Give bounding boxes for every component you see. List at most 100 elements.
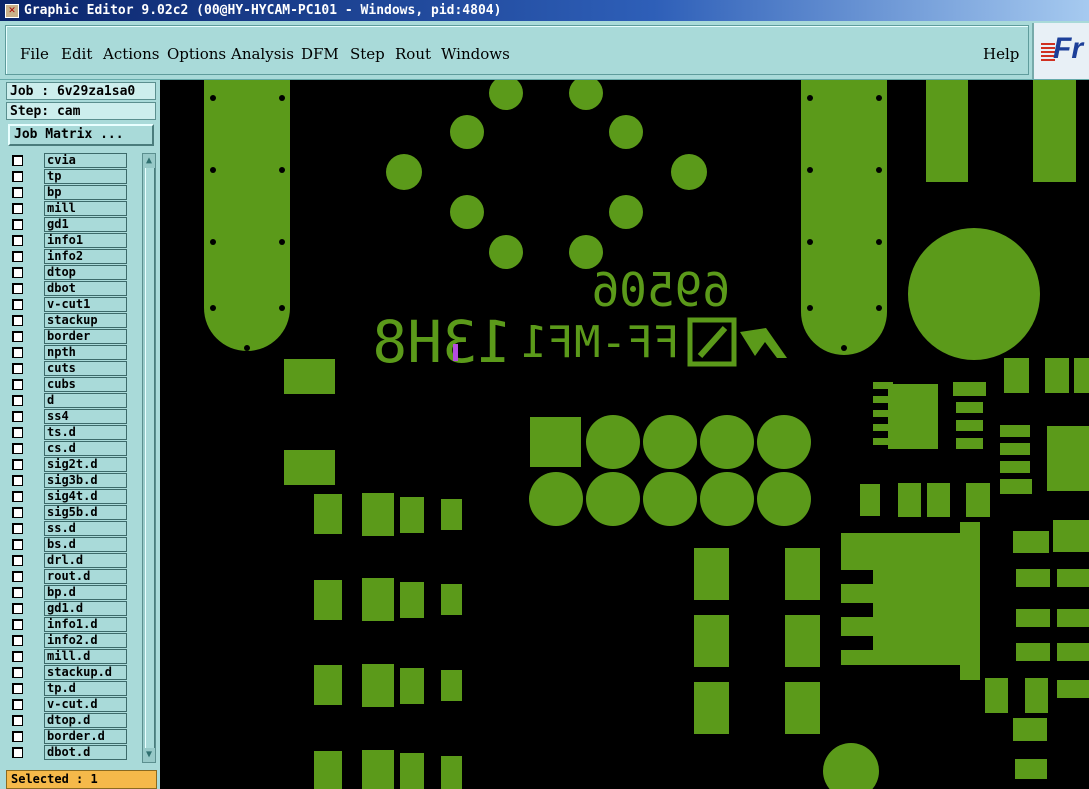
layer-checkbox[interactable] xyxy=(12,443,23,454)
layer-name[interactable]: bp.d xyxy=(44,585,127,600)
menu-dfm[interactable]: DFM xyxy=(301,45,339,63)
scroll-down-arrow-icon[interactable]: ▼ xyxy=(144,749,154,761)
layer-checkbox[interactable] xyxy=(12,747,23,758)
menu-actions[interactable]: Actions xyxy=(103,45,159,63)
layer-checkbox[interactable] xyxy=(12,411,23,422)
layer-name[interactable]: dtop.d xyxy=(44,713,127,728)
layer-row[interactable]: dbot.d xyxy=(8,745,140,761)
layer-name[interactable]: bs.d xyxy=(44,537,127,552)
layer-name[interactable]: info1.d xyxy=(44,617,127,632)
layer-row[interactable]: bs.d xyxy=(8,537,140,553)
layer-checkbox[interactable] xyxy=(12,715,23,726)
layer-row[interactable]: stackup xyxy=(8,313,140,329)
layer-name[interactable]: ss.d xyxy=(44,521,127,536)
layer-checkbox[interactable] xyxy=(12,731,23,742)
layer-checkbox[interactable] xyxy=(12,635,23,646)
layer-name[interactable]: stackup.d xyxy=(44,665,127,680)
layer-checkbox[interactable] xyxy=(12,155,23,166)
layer-name[interactable]: tp xyxy=(44,169,127,184)
layer-row[interactable]: info2 xyxy=(8,249,140,265)
layer-row[interactable]: border xyxy=(8,329,140,345)
layer-name[interactable]: bp xyxy=(44,185,127,200)
layer-name[interactable]: cubs xyxy=(44,377,127,392)
layer-row[interactable]: dtop xyxy=(8,265,140,281)
layer-name[interactable]: ss4 xyxy=(44,409,127,424)
layer-row[interactable]: dbot xyxy=(8,281,140,297)
layer-row[interactable]: dtop.d xyxy=(8,713,140,729)
layer-name[interactable]: info1 xyxy=(44,233,127,248)
layer-checkbox[interactable] xyxy=(12,395,23,406)
layer-name[interactable]: gd1 xyxy=(44,217,127,232)
layer-name[interactable]: stackup xyxy=(44,313,127,328)
layer-checkbox[interactable] xyxy=(12,491,23,502)
layer-checkbox[interactable] xyxy=(12,187,23,198)
layer-checkbox[interactable] xyxy=(12,555,23,566)
menu-options[interactable]: Options xyxy=(167,45,226,63)
layer-checkbox[interactable] xyxy=(12,171,23,182)
layer-row[interactable]: mill.d xyxy=(8,649,140,665)
layer-name[interactable]: info2.d xyxy=(44,633,127,648)
layer-row[interactable]: cvia xyxy=(8,153,140,169)
layer-row[interactable]: sig3b.d xyxy=(8,473,140,489)
layer-checkbox[interactable] xyxy=(12,651,23,662)
layer-name[interactable]: cvia xyxy=(44,153,127,168)
layer-checkbox[interactable] xyxy=(12,459,23,470)
layer-checkbox[interactable] xyxy=(12,283,23,294)
graphics-canvas[interactable]: 69506 FF-MF1 13H8 xyxy=(160,80,1089,789)
layer-name[interactable]: v-cut.d xyxy=(44,697,127,712)
layer-name[interactable]: mill.d xyxy=(44,649,127,664)
layer-name[interactable]: border.d xyxy=(44,729,127,744)
layer-row[interactable]: v-cut.d xyxy=(8,697,140,713)
layer-row[interactable]: gd1.d xyxy=(8,601,140,617)
scroll-up-arrow-icon[interactable]: ▲ xyxy=(144,155,154,167)
layer-row[interactable]: bp.d xyxy=(8,585,140,601)
menu-analysis[interactable]: Analysis xyxy=(231,45,294,63)
layer-checkbox[interactable] xyxy=(12,267,23,278)
layer-row[interactable]: npth xyxy=(8,345,140,361)
job-matrix-button[interactable]: Job Matrix ... xyxy=(8,124,154,146)
layer-checkbox[interactable] xyxy=(12,203,23,214)
layer-row[interactable]: stackup.d xyxy=(8,665,140,681)
menu-step[interactable]: Step xyxy=(350,45,385,63)
layer-checkbox[interactable] xyxy=(12,251,23,262)
layer-row[interactable]: cuts xyxy=(8,361,140,377)
layer-row[interactable]: info1.d xyxy=(8,617,140,633)
layer-name[interactable]: dbot.d xyxy=(44,745,127,760)
layer-checkbox[interactable] xyxy=(12,475,23,486)
layer-name[interactable]: mill xyxy=(44,201,127,216)
layer-row[interactable]: info2.d xyxy=(8,633,140,649)
layer-checkbox[interactable] xyxy=(12,219,23,230)
selected-feature-highlight[interactable] xyxy=(453,344,458,361)
layer-name[interactable]: sig3b.d xyxy=(44,473,127,488)
layer-name[interactable]: sig4t.d xyxy=(44,489,127,504)
menu-file[interactable]: File xyxy=(20,45,49,63)
layer-checkbox[interactable] xyxy=(12,331,23,342)
layer-checkbox[interactable] xyxy=(12,539,23,550)
layer-row[interactable]: bp xyxy=(8,185,140,201)
layer-name[interactable]: npth xyxy=(44,345,127,360)
menu-windows[interactable]: Windows xyxy=(441,45,510,63)
layer-checkbox[interactable] xyxy=(12,235,23,246)
layer-row[interactable]: sig4t.d xyxy=(8,489,140,505)
layer-name[interactable]: cuts xyxy=(44,361,127,376)
layer-name[interactable]: dtop xyxy=(44,265,127,280)
menu-rout[interactable]: Rout xyxy=(395,45,431,63)
layer-name[interactable]: d xyxy=(44,393,127,408)
layer-checkbox[interactable] xyxy=(12,379,23,390)
layer-checkbox[interactable] xyxy=(12,571,23,582)
layer-row[interactable]: rout.d xyxy=(8,569,140,585)
layer-name[interactable]: sig2t.d xyxy=(44,457,127,472)
layer-name[interactable]: rout.d xyxy=(44,569,127,584)
layer-name[interactable]: ts.d xyxy=(44,425,127,440)
layer-checkbox[interactable] xyxy=(12,683,23,694)
layer-row[interactable]: ss4 xyxy=(8,409,140,425)
layer-checkbox[interactable] xyxy=(12,699,23,710)
layer-row[interactable]: tp.d xyxy=(8,681,140,697)
layer-row[interactable]: tp xyxy=(8,169,140,185)
layer-row[interactable]: gd1 xyxy=(8,217,140,233)
menu-help[interactable]: Help xyxy=(983,45,1019,63)
layer-row[interactable]: border.d xyxy=(8,729,140,745)
menu-edit[interactable]: Edit xyxy=(61,45,92,63)
layer-row[interactable]: mill xyxy=(8,201,140,217)
layer-checkbox[interactable] xyxy=(12,427,23,438)
